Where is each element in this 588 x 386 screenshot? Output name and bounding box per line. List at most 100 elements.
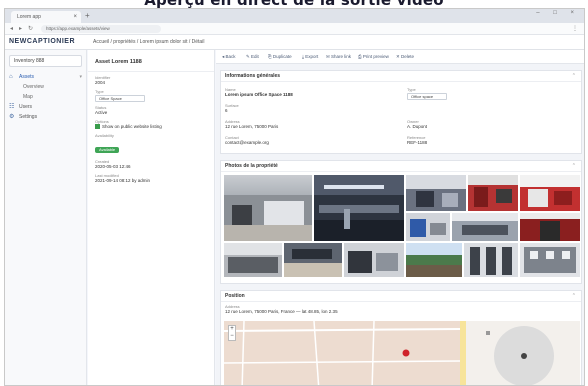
- type-dropdown[interactable]: Office space: [407, 93, 447, 100]
- edit-button[interactable]: ✎ Edit: [246, 54, 259, 60]
- photo-red-room: [468, 175, 518, 207]
- sidebar-item-users[interactable]: ☷ Users: [5, 102, 86, 112]
- sidebar-item-label: Settings: [19, 114, 38, 120]
- property-photo[interactable]: [406, 213, 450, 241]
- property-photo[interactable]: [520, 213, 580, 241]
- photo-facade: [524, 247, 576, 273]
- back-icon[interactable]: ◂: [10, 25, 13, 32]
- sidebar: Inventory 888 ⌂ Assets ▾ Overview Map ☷ …: [5, 50, 87, 385]
- map-address-field: Address 12 rue Lorem, 75000 Paris, Franc…: [225, 304, 338, 315]
- contact-field: Contact contact@example.org: [225, 135, 269, 146]
- back-button[interactable]: ◂ Back: [222, 54, 236, 60]
- checkbox-icon[interactable]: [95, 124, 100, 130]
- inventory-button[interactable]: Inventory 888: [9, 55, 82, 67]
- property-photo[interactable]: [468, 175, 518, 211]
- general-info-header: Informations générales ⌃: [221, 71, 581, 82]
- property-photo[interactable]: [464, 243, 518, 277]
- duplicate-button[interactable]: ⎘ Duplicate: [268, 54, 292, 59]
- type-select[interactable]: Office Space: [95, 95, 145, 102]
- field-value: REF-1188: [407, 140, 428, 145]
- reload-icon[interactable]: ↻: [28, 25, 33, 32]
- delete-button[interactable]: ✕ Delete: [396, 54, 414, 60]
- field-value: 2021-09-14 08:12 by admin: [95, 178, 151, 183]
- photo-corridor: [520, 213, 580, 241]
- property-photo[interactable]: [224, 243, 282, 277]
- tab-close-icon[interactable]: ×: [73, 11, 77, 23]
- photo-reception: [410, 219, 446, 237]
- photo-red-lounge: [520, 175, 580, 207]
- photo-building: [224, 243, 282, 273]
- map-canvas[interactable]: [224, 321, 580, 386]
- property-photo[interactable]: [520, 175, 580, 211]
- breadcrumb[interactable]: Accueil / propriétés / Lorem ipsum dolor…: [93, 39, 204, 45]
- field-label: Availability: [95, 133, 114, 138]
- property-photo[interactable]: [284, 243, 342, 277]
- field-value: contact@example.org: [225, 140, 269, 145]
- property-photo[interactable]: [452, 213, 518, 241]
- details-title: Asset Lorem 1188: [88, 50, 214, 72]
- home-icon: ⌂: [9, 74, 13, 80]
- sidebar-item-label: Map: [23, 94, 33, 100]
- owner-field: Owner A. Dupont: [407, 119, 427, 130]
- collapse-icon[interactable]: ⌃: [572, 161, 576, 172]
- property-photo[interactable]: [406, 175, 466, 211]
- field-status: Status Active: [88, 102, 214, 116]
- property-photo[interactable]: [344, 243, 404, 277]
- type-field: Type Office space: [407, 87, 447, 100]
- property-photo[interactable]: [406, 243, 462, 277]
- field-value: A. Dupont: [407, 124, 428, 129]
- sidebar-item-label: Overview: [23, 84, 44, 90]
- sidebar-item-overview[interactable]: Overview: [5, 82, 86, 92]
- users-icon: ☷: [9, 104, 15, 110]
- field-modified: Last modified 2021-09-14 08:12 by admin: [88, 170, 214, 184]
- field-value: 12 rue Lorem, 75000 Paris, France — lat …: [225, 309, 338, 314]
- window-controls[interactable]: – □ ×: [536, 10, 580, 16]
- details-panel: Asset Lorem 1188 Identifier 2004 Type Of…: [88, 50, 215, 385]
- field-label: Type: [95, 89, 104, 94]
- chevron-down-icon: ▾: [79, 74, 82, 80]
- status-badge: Available: [95, 147, 120, 153]
- print-button[interactable]: ⎙ Print preview: [358, 54, 389, 59]
- forward-icon[interactable]: ▸: [19, 25, 22, 32]
- photo-interior: [224, 195, 312, 241]
- sidebar-item-settings[interactable]: ⚙ Settings: [5, 112, 86, 122]
- photo-gallery: [224, 175, 580, 277]
- sidebar-item-label: Assets: [19, 74, 35, 80]
- zoom-in-button[interactable]: +: [229, 326, 235, 333]
- main-content: ◂ Back ✎ Edit ⎘ Duplicate ⤓ Export ✉ Sha…: [216, 50, 584, 386]
- collapse-icon[interactable]: ⌃: [572, 291, 576, 302]
- browser-tab[interactable]: Lorem app ×: [11, 11, 81, 23]
- browser-menu-icon[interactable]: ⋮: [572, 25, 578, 32]
- share-button[interactable]: ✉ Share link: [326, 54, 351, 60]
- property-photo[interactable]: [224, 175, 312, 241]
- new-tab-button[interactable]: +: [85, 11, 90, 21]
- app-header: NEWCAPTIONIER Accueil / propriétés / Lor…: [5, 35, 584, 50]
- card-title: Position: [225, 293, 245, 299]
- field-options: Options Show on public website listing: [88, 116, 214, 130]
- tab-strip: Lorem app × + – □ ×: [5, 9, 584, 23]
- field-created: Created 2020-05-03 12:46: [88, 156, 214, 170]
- url-input[interactable]: https://app.example/assets/view: [41, 25, 161, 33]
- field-type: Type Office Space: [88, 86, 214, 102]
- sidebar-item-assets[interactable]: ⌂ Assets ▾: [5, 72, 86, 82]
- reference-field: Reference REF-1188: [407, 135, 427, 146]
- collapse-icon[interactable]: ⌃: [572, 71, 576, 82]
- map-view[interactable]: + −: [224, 321, 580, 386]
- app-logo[interactable]: NEWCAPTIONIER: [9, 38, 75, 45]
- zoom-out-button[interactable]: −: [229, 333, 235, 340]
- banner-title: Aperçu en direct de la sortie vidéo: [0, 0, 588, 8]
- photo-openspace: [284, 249, 342, 277]
- photo-office: [314, 175, 404, 241]
- photo-hallway: [470, 247, 512, 275]
- property-photo[interactable]: [520, 243, 580, 277]
- location-header: Position ⌃: [221, 291, 581, 302]
- general-info-card: Informations générales ⌃ Name Lorem ipsu…: [220, 70, 582, 154]
- property-photo[interactable]: [314, 175, 404, 241]
- photo-terrace: [406, 243, 462, 277]
- sidebar-item-map[interactable]: Map: [5, 92, 86, 102]
- field-label: Type: [407, 87, 416, 92]
- photos-header: Photos de la propriété ⌃: [221, 161, 581, 172]
- export-button[interactable]: ⤓ Export: [302, 54, 318, 59]
- sidebar-item-label: Users: [19, 104, 33, 110]
- gear-icon: ⚙: [9, 114, 15, 120]
